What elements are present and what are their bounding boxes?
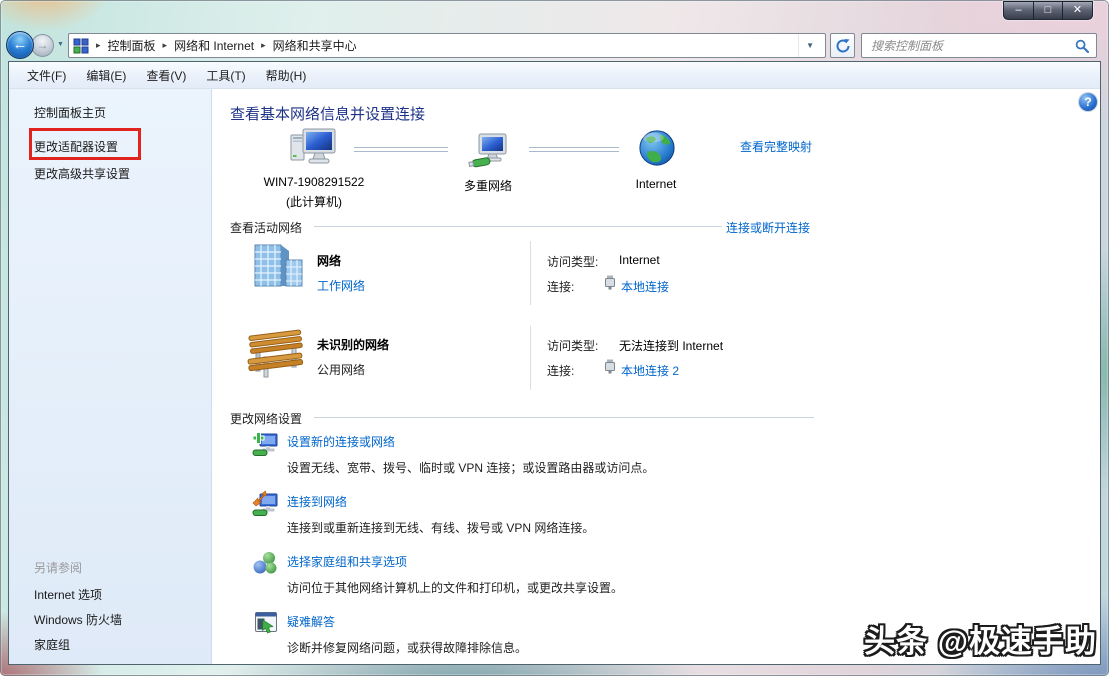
map-computer-sublabel: (此计算机) — [234, 193, 394, 210]
map-internet-label: Internet — [596, 177, 716, 191]
access-type-label: 访问类型: — [547, 253, 598, 270]
section-rule — [314, 226, 722, 227]
forward-arrow-icon: → — [37, 38, 49, 52]
connect-disconnect-link[interactable]: 连接或断开连接 — [726, 219, 810, 236]
back-button[interactable]: ← — [6, 31, 34, 59]
section-header-change-settings: 更改网络设置 — [230, 410, 302, 427]
network-name: 未识别的网络 — [317, 336, 389, 353]
sidebar-item-homegroup[interactable]: 家庭组 — [34, 636, 70, 653]
forward-button[interactable]: → — [31, 34, 54, 57]
search-input[interactable] — [869, 38, 1075, 54]
local-connection-link[interactable]: 本地连接 — [621, 278, 669, 295]
window-client-area: 文件(F) 编辑(E) 查看(V) 工具(T) 帮助(H) 控制面板主页 更改适… — [8, 61, 1101, 665]
map-connector-line — [354, 147, 448, 152]
row-divider — [530, 326, 531, 390]
connect-to-network-icon[interactable] — [252, 490, 279, 520]
section-rule — [314, 417, 814, 418]
main-content: 查看基本网络信息并设置连接 ? — [212, 89, 1100, 664]
sidebar-item-control-panel-home[interactable]: 控制面板主页 — [34, 104, 106, 121]
task-desc: 连接到或重新连接到无线、有线、拨号或 VPN 网络连接。 — [287, 519, 594, 536]
recent-pages-chevron[interactable]: ▼ — [57, 41, 64, 48]
new-connection-icon[interactable] — [252, 430, 279, 460]
ethernet-plug-icon — [604, 359, 616, 377]
access-type-value: 无法连接到 Internet — [619, 337, 723, 354]
breadcrumb-separator: ▸ — [89, 40, 108, 51]
help-button[interactable]: ? — [1079, 93, 1097, 111]
close-button[interactable]: ✕ — [1063, 1, 1093, 20]
connection-label: 连接: — [547, 362, 574, 379]
multi-network-icon[interactable] — [468, 133, 508, 172]
address-dropdown-button[interactable]: ▼ — [798, 34, 821, 57]
address-bar[interactable]: ▸ 控制面板 ▸ 网络和 Internet ▸ 网络和共享中心 ▼ — [68, 33, 826, 58]
task-link-homegroup-sharing[interactable]: 选择家庭组和共享选项 — [287, 553, 407, 570]
task-desc: 设置无线、宽带、拨号、临时或 VPN 连接；或设置路由器或访问点。 — [287, 459, 654, 476]
watermark: 头条 @极速手助 — [864, 616, 1097, 661]
network-type-label: 公用网络 — [317, 361, 365, 378]
desktop-background: – □ ✕ ← → ▼ ▸ 控制面板 ▸ 网络和 Internet ▸ 网络和共… — [0, 0, 1109, 676]
refresh-icon — [835, 38, 851, 54]
sidebar: 控制面板主页 更改适配器设置 更改高级共享设置 另请参阅 Internet 选项… — [9, 89, 212, 664]
task-link-new-connection[interactable]: 设置新的连接或网络 — [287, 433, 395, 450]
page-title: 查看基本网络信息并设置连接 — [230, 103, 425, 124]
menu-item-file[interactable]: 文件(F) — [17, 64, 76, 87]
network-name: 网络 — [317, 252, 341, 269]
task-desc: 诊断并修复网络问题，或获得故障排除信息。 — [287, 639, 527, 656]
access-type-value: Internet — [619, 253, 660, 267]
search-box — [861, 33, 1097, 58]
sidebar-item-windows-firewall[interactable]: Windows 防火墙 — [34, 611, 122, 628]
window-controls: – □ ✕ — [1003, 1, 1093, 20]
minimize-button[interactable]: – — [1003, 1, 1033, 20]
task-link-troubleshoot[interactable]: 疑难解答 — [287, 613, 335, 630]
connection-label: 连接: — [547, 278, 574, 295]
back-arrow-icon: ← — [13, 36, 28, 53]
homegroup-icon[interactable] — [252, 550, 279, 580]
map-multi-network-label: 多重网络 — [428, 177, 548, 194]
internet-globe-icon[interactable] — [638, 129, 676, 170]
menu-item-edit[interactable]: 编辑(E) — [76, 64, 136, 87]
unidentified-network-bench-icon — [246, 327, 306, 382]
access-type-label: 访问类型: — [547, 337, 598, 354]
section-header-active-networks: 查看活动网络 — [230, 219, 302, 236]
network-type-link[interactable]: 工作网络 — [317, 277, 365, 294]
ethernet-plug-icon — [604, 275, 616, 293]
row-divider — [530, 241, 531, 305]
work-network-icon — [250, 242, 306, 293]
computer-icon[interactable] — [290, 127, 338, 174]
menu-item-tools[interactable]: 工具(T) — [196, 64, 255, 87]
breadcrumb-item-control-panel[interactable]: 控制面板 — [108, 37, 156, 54]
breadcrumb-separator: ▸ — [254, 40, 273, 51]
sidebar-item-change-adapter-settings[interactable]: 更改适配器设置 — [34, 138, 118, 155]
refresh-button[interactable] — [830, 33, 855, 58]
network-location-icon — [73, 38, 89, 54]
menu-bar: 文件(F) 编辑(E) 查看(V) 工具(T) 帮助(H) — [9, 62, 1100, 89]
breadcrumb-separator: ▸ — [156, 40, 175, 51]
troubleshoot-icon[interactable] — [254, 611, 278, 638]
map-connector-line — [529, 147, 619, 152]
breadcrumb-item-network-sharing-center[interactable]: 网络和共享中心 — [273, 37, 357, 54]
map-computer-name: WIN7-1908291522 — [234, 175, 394, 189]
task-desc: 访问位于其他网络计算机上的文件和打印机，或更改共享设置。 — [287, 579, 623, 596]
menu-item-view[interactable]: 查看(V) — [136, 64, 196, 87]
maximize-button[interactable]: □ — [1033, 1, 1063, 20]
view-full-map-link[interactable]: 查看完整映射 — [740, 138, 812, 155]
task-link-connect-to-network[interactable]: 连接到网络 — [287, 493, 347, 510]
breadcrumb-item-network-internet[interactable]: 网络和 Internet — [174, 37, 254, 54]
sidebar-see-also-header: 另请参阅 — [34, 559, 82, 576]
search-icon[interactable] — [1075, 39, 1089, 53]
local-connection-2-link[interactable]: 本地连接 2 — [621, 362, 679, 379]
menu-item-help[interactable]: 帮助(H) — [256, 64, 317, 87]
sidebar-item-internet-options[interactable]: Internet 选项 — [34, 586, 102, 603]
sidebar-item-change-advanced-sharing[interactable]: 更改高级共享设置 — [34, 165, 130, 182]
